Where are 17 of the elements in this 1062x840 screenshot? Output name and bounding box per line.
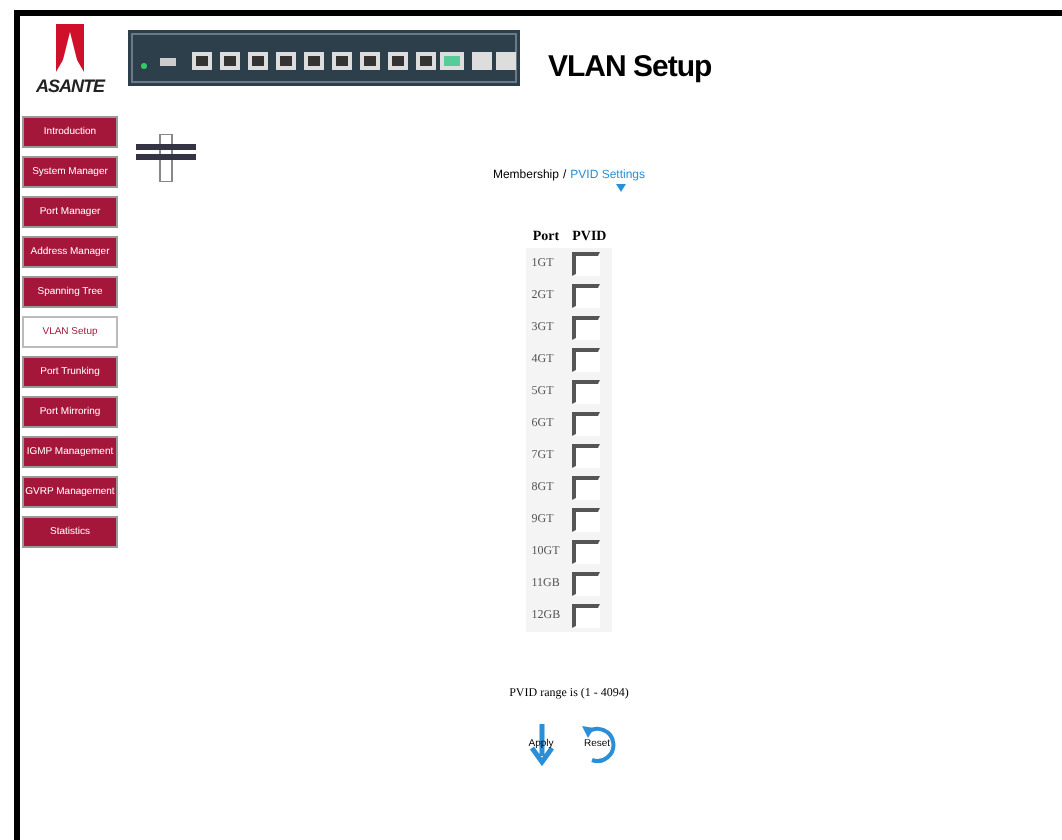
pvid-field[interactable]	[572, 540, 601, 564]
pvid-field[interactable]	[572, 380, 601, 404]
down-arrow-icon	[616, 184, 626, 192]
pvid-field[interactable]	[572, 412, 601, 436]
page-title: VLAN Setup	[548, 50, 712, 84]
pvid-field[interactable]	[572, 508, 601, 532]
pvid-field[interactable]	[572, 348, 601, 372]
pvid-field[interactable]	[572, 476, 601, 500]
pvid-field[interactable]	[572, 444, 601, 468]
pvid-field[interactable]	[572, 316, 601, 340]
pvid-field[interactable]	[572, 284, 601, 308]
network-icon	[136, 134, 196, 182]
logo-text: ASANTE	[35, 76, 104, 96]
logo-icon	[53, 24, 86, 72]
pvid-field[interactable]	[572, 572, 601, 596]
pvid-field[interactable]	[572, 252, 601, 276]
pvid-field[interactable]	[572, 604, 601, 628]
